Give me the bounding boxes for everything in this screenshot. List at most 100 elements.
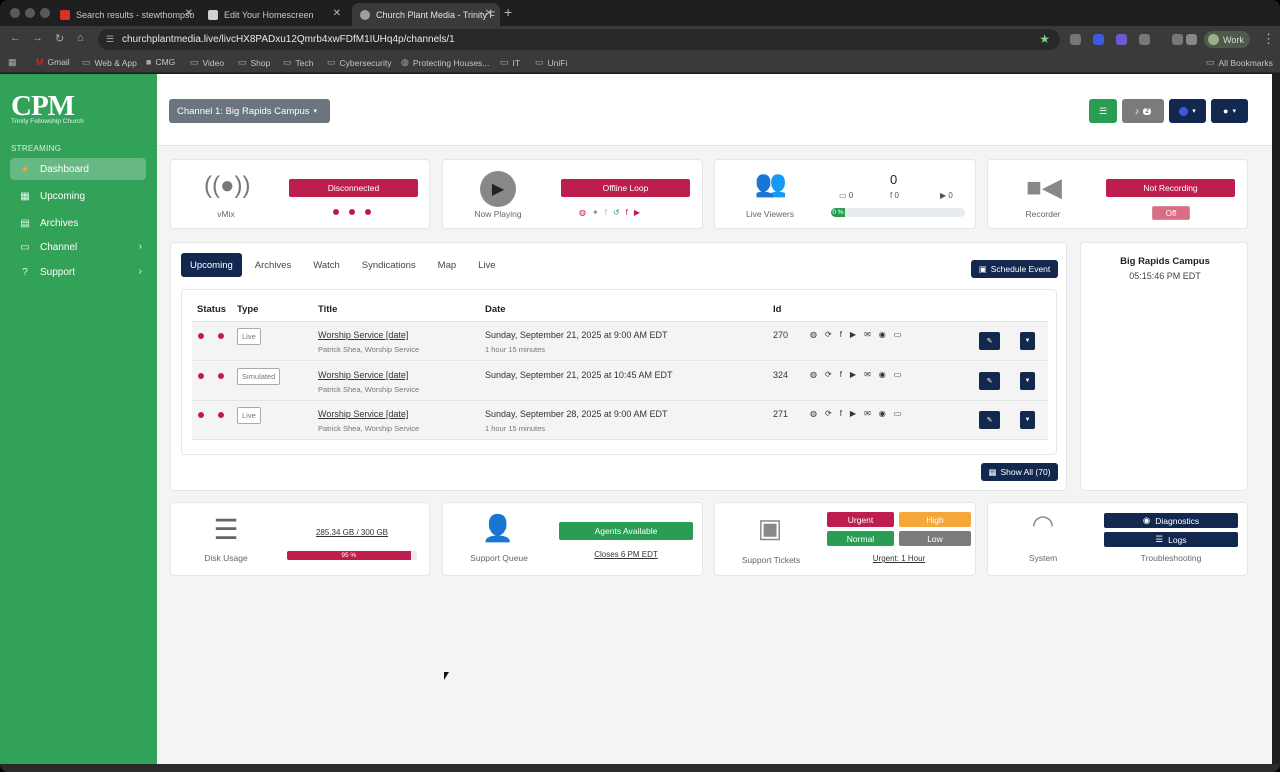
extension-icon[interactable] — [1070, 34, 1081, 45]
events-table: Status Type Title Date Id Live Worship S… — [181, 289, 1057, 455]
table-row[interactable]: Live Worship Service [date] Patrick Shea… — [192, 401, 1048, 440]
sidebar-item-support[interactable]: ? Support › — [10, 261, 146, 283]
type-badge: Live — [237, 328, 261, 345]
bookmark-web-app[interactable]: ▭ Web & App — [82, 57, 137, 68]
bookmark-cybersecurity[interactable]: ▭ Cybersecurity — [327, 57, 391, 68]
close-tab-icon[interactable]: ✕ — [485, 8, 493, 19]
logs-button[interactable]: ☰ Logs — [1104, 532, 1238, 547]
gmail-icon: M — [36, 57, 44, 67]
tab-archives[interactable]: Archives — [246, 253, 300, 277]
reload-icon[interactable]: ↻ — [55, 32, 64, 45]
bookmark-cmg[interactable]: ■ CMG — [146, 57, 175, 67]
home-icon[interactable]: ⌂ — [77, 32, 84, 44]
maximize-window-button[interactable] — [40, 8, 50, 18]
extension-icon[interactable] — [1116, 34, 1127, 45]
sidebar-item-archives[interactable]: ▤ Archives — [10, 212, 146, 234]
tab-syndications[interactable]: Syndications — [353, 253, 425, 277]
download-icon[interactable] — [1186, 34, 1197, 45]
event-title-link[interactable]: Worship Service [date] — [318, 409, 408, 419]
close-window-button[interactable] — [10, 8, 20, 18]
extension-icon[interactable] — [1093, 34, 1104, 45]
sidebar-item-channel[interactable]: ▭ Channel › — [10, 236, 146, 258]
bookmark-star-icon[interactable]: ★ — [1039, 32, 1050, 46]
browser-menu-icon[interactable]: ⋮ — [1262, 31, 1275, 47]
show-all-button[interactable]: ▦ Show All (70) — [981, 463, 1058, 481]
low-badge[interactable]: Low — [899, 531, 971, 546]
close-tab-icon[interactable]: ✕ — [185, 8, 193, 19]
support-hours-link[interactable]: Closes 6 PM EDT — [559, 550, 693, 559]
high-badge[interactable]: High — [899, 512, 971, 527]
schedule-event-label: Schedule Event — [990, 264, 1051, 274]
users-icon: ✦ — [591, 208, 599, 217]
browser-tab-church-plant-media[interactable]: Church Plant Media - Trinity F ✕ — [352, 3, 500, 26]
event-title-link[interactable]: Worship Service [date] — [318, 370, 408, 380]
bookmark-gmail[interactable]: M Gmail — [36, 57, 70, 67]
bookmark-protecting-houses[interactable]: ◍ Protecting Houses... — [401, 57, 489, 68]
new-tab-button[interactable]: + — [504, 4, 512, 20]
facebook-viewers: f 0 — [890, 191, 899, 200]
tab-upcoming[interactable]: Upcoming — [181, 253, 242, 277]
sidebar-item-dashboard[interactable]: ● Dashboard — [10, 158, 146, 180]
event-menu-button[interactable]: ▼ — [1020, 372, 1035, 390]
profile-label: Work — [1223, 34, 1244, 45]
browser-tab-homescreen[interactable]: Edit Your Homescreen ✕ — [200, 3, 348, 26]
edit-event-button[interactable]: ✎ — [979, 372, 1000, 390]
table-row[interactable]: Live Worship Service [date] Patrick Shea… — [192, 322, 1048, 361]
site-info-icon[interactable]: ☰ — [106, 34, 114, 45]
bookmark-unifi[interactable]: ▭ UniFi — [535, 57, 567, 68]
channel-select[interactable]: Channel 1: Big Rapids Campus ▾ — [169, 99, 330, 123]
diagnostics-button[interactable]: ◉ Diagnostics — [1104, 513, 1238, 528]
apps-grid-icon[interactable]: ▦ — [8, 57, 17, 68]
caret-down-icon: ▾ — [313, 108, 318, 115]
globe-icon: ◍ — [810, 330, 817, 339]
folder-icon: ▭ — [1206, 57, 1215, 67]
sidebar-item-upcoming[interactable]: ▦ Upcoming — [10, 185, 146, 207]
profile-button[interactable]: Work — [1204, 31, 1250, 48]
recorder-toggle[interactable]: Off — [1152, 206, 1190, 220]
notifications-button[interactable]: ♪ 2 — [1122, 99, 1164, 123]
address-bar[interactable]: ☰ churchplantmedia.live/livcHX8PADxu12Qm… — [98, 29, 1060, 50]
urgent-response-link[interactable]: Urgent: 1 Hour — [827, 554, 971, 563]
normal-badge[interactable]: Normal — [827, 531, 894, 546]
extensions-puzzle-icon[interactable] — [1139, 34, 1150, 45]
folder-icon: ▭ — [238, 57, 247, 67]
bookmark-shop[interactable]: ▭ Shop — [238, 57, 270, 68]
play-icon[interactable]: ▶ — [480, 171, 516, 207]
doc-icon — [208, 9, 218, 20]
bookmark-tech[interactable]: ▭ Tech — [283, 57, 313, 68]
edit-event-button[interactable]: ✎ — [979, 411, 1000, 429]
tab-live[interactable]: Live — [469, 253, 504, 277]
forward-icon[interactable]: → — [32, 32, 43, 44]
close-tab-icon[interactable]: ✕ — [333, 8, 341, 19]
caret-down-icon: ▾ — [1232, 108, 1236, 115]
tab-watch[interactable]: Watch — [304, 253, 349, 277]
bookmark-video[interactable]: ▭ Video — [190, 57, 224, 68]
bookmark-it[interactable]: ▭ IT — [500, 57, 520, 68]
minimize-window-button[interactable] — [25, 8, 35, 18]
event-menu-button[interactable]: ▼ — [1020, 332, 1035, 350]
list-view-button[interactable]: ☰ — [1089, 99, 1117, 123]
support-queue-label: Support Queue — [470, 553, 528, 563]
urgent-badge[interactable]: Urgent — [827, 512, 894, 527]
event-date: Sunday, September 28, 2025 at 9:00 AM ED… — [485, 409, 668, 419]
table-row[interactable]: Simulated Worship Service [date] Patrick… — [192, 362, 1048, 401]
schedule-event-button[interactable]: ▣ Schedule Event — [971, 260, 1058, 278]
event-title-link[interactable]: Worship Service [date] — [318, 330, 408, 340]
tab-map[interactable]: Map — [429, 253, 465, 277]
broadcast-icon: ((●)) — [204, 172, 251, 199]
back-icon[interactable]: ← — [10, 32, 21, 44]
recorder-toggle-label: Off — [1165, 208, 1177, 218]
event-menu-button[interactable]: ▼ — [1020, 411, 1035, 429]
language-button[interactable]: ▾ — [1169, 99, 1206, 123]
edit-event-button[interactable]: ✎ — [979, 332, 1000, 350]
sidepanel-icon[interactable] — [1172, 34, 1183, 45]
browser-tab-gmail[interactable]: Search results - stewthompso ✕ — [52, 3, 200, 26]
envelope-icon: ✉ — [864, 409, 871, 418]
disk-usage-link[interactable]: 285.34 GB / 300 GB — [287, 528, 417, 537]
facebook-icon: f — [839, 409, 842, 418]
type-badge: Live — [237, 407, 261, 424]
all-bookmarks[interactable]: ▭ All Bookmarks — [1206, 57, 1273, 68]
account-button[interactable]: ● ▾ — [1211, 99, 1248, 123]
loop-icon: ⟳ — [824, 330, 832, 339]
troubleshooting-label: Troubleshooting — [1140, 553, 1202, 563]
